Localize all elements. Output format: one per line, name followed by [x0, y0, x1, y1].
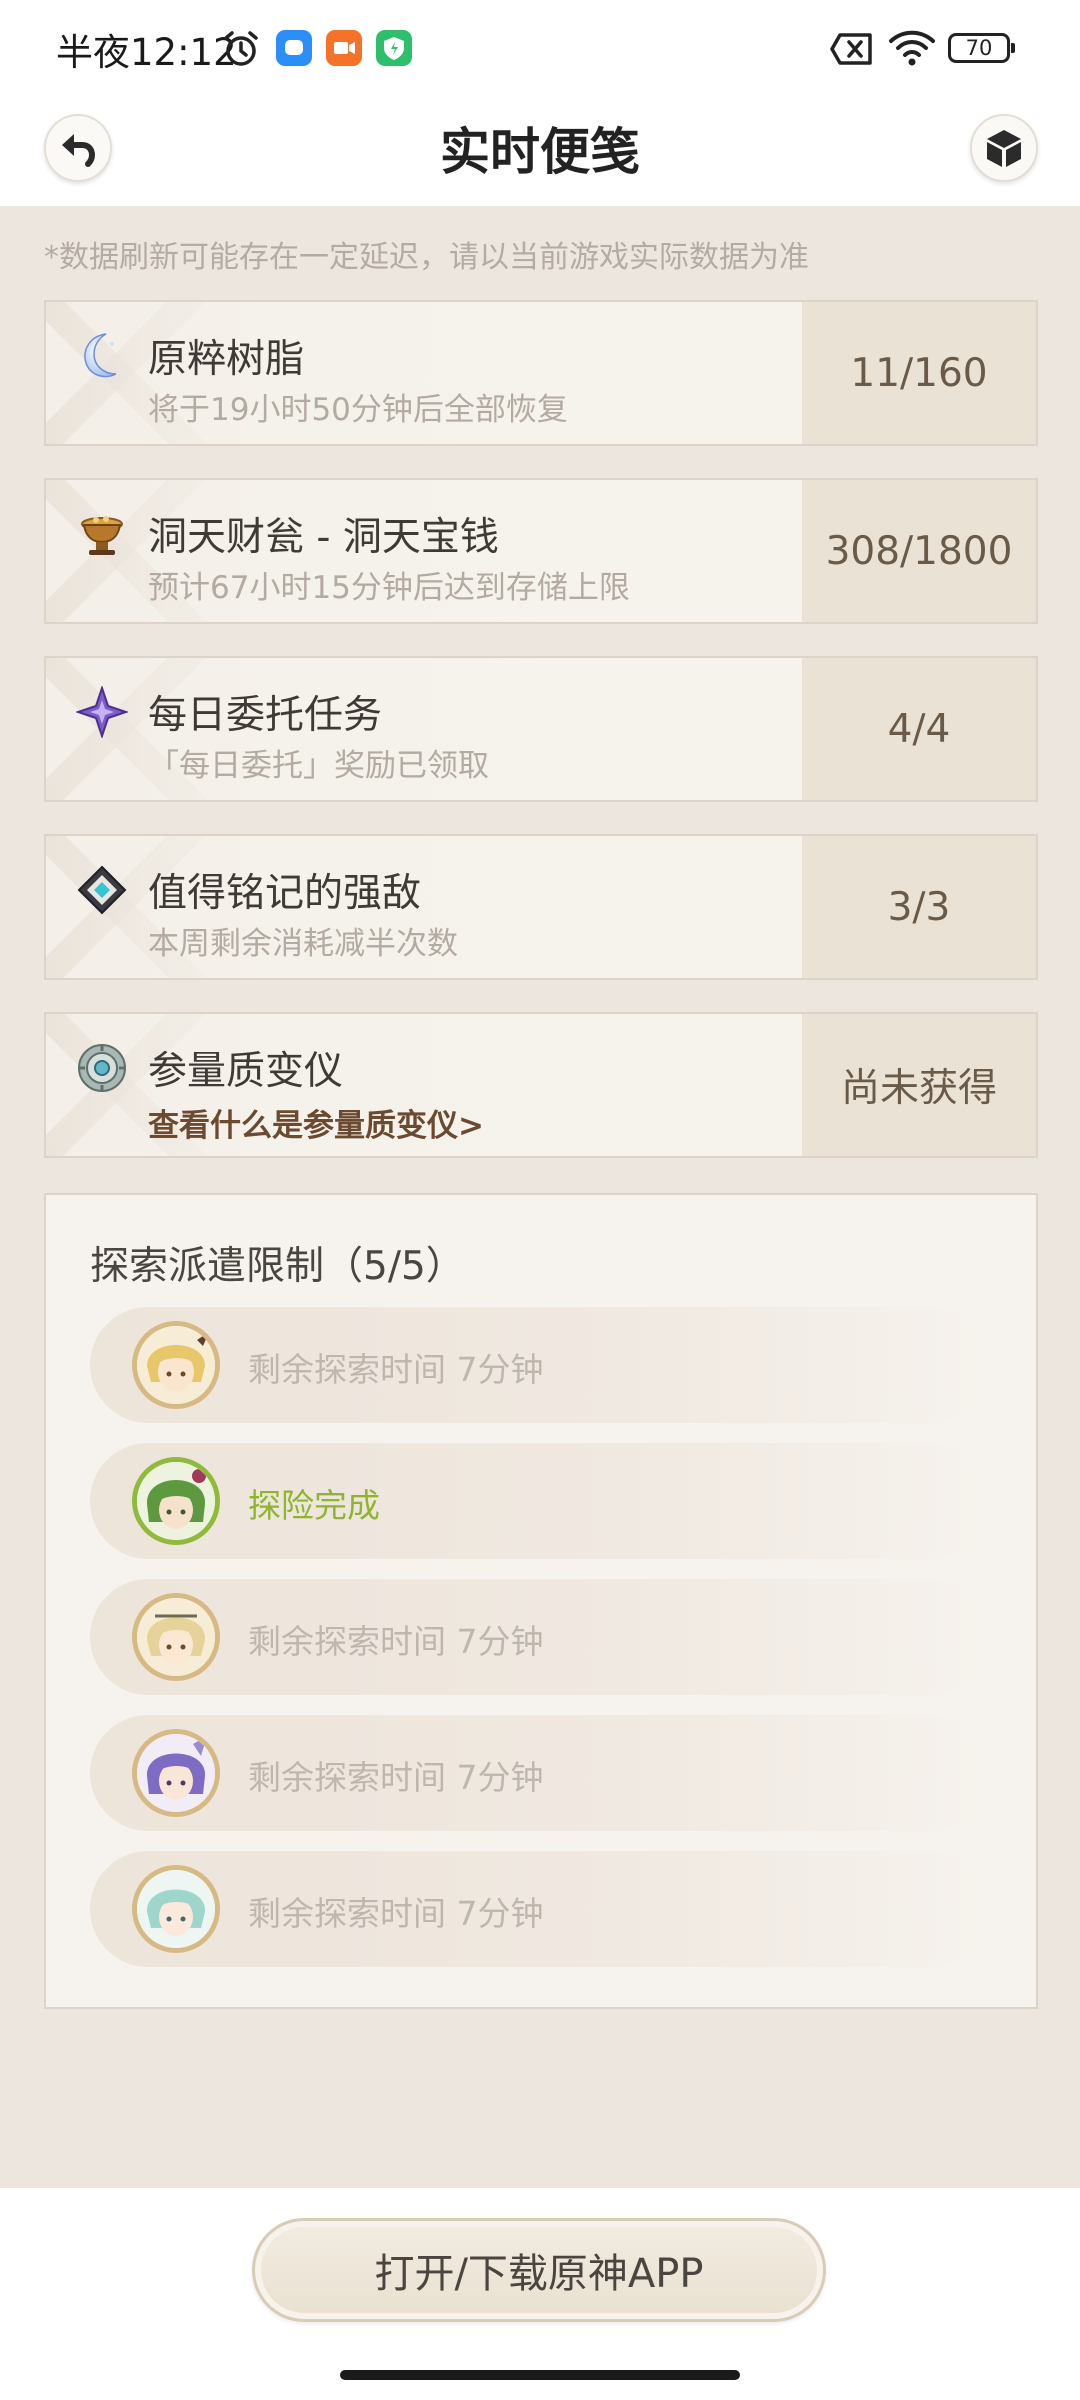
card-value: 308/1800 [802, 480, 1036, 622]
expedition-status: 剩余探索时间 7分钟 [248, 1894, 544, 1933]
card-value: 3/3 [802, 836, 1036, 978]
moon-resin-icon [84, 333, 117, 378]
treasure-bowl-icon [81, 516, 123, 555]
transformer-info-link[interactable]: 查看什么是参量质变仪> [148, 1100, 484, 1145]
transformer-card[interactable]: 参量质变仪 查看什么是参量质变仪> 尚未获得 [44, 1012, 1038, 1158]
expedition-row: 探险完成 [90, 1443, 990, 1559]
resin-card[interactable]: 原粹树脂 将于19小时50分钟后全部恢复 11/160 [44, 300, 1038, 446]
realm-currency-card[interactable]: 洞天财瓮 - 洞天宝钱 预计67小时15分钟后达到存储上限 308/1800 [44, 478, 1038, 624]
card-title: 值得铭记的强敌 [148, 871, 422, 916]
card-value: 4/4 [802, 658, 1036, 800]
battery-indicator: 70 [948, 33, 1015, 63]
expedition-row: 剩余探索时间 7分钟 [90, 1307, 990, 1423]
alarm-icon [224, 31, 258, 66]
character-avatar [132, 1729, 220, 1817]
transformer-gear-icon [78, 1044, 126, 1092]
teal-diamond-icon [77, 865, 127, 915]
status-bar: 半夜12:12 70 [0, 0, 1080, 100]
weekly-boss-card[interactable]: 值得铭记的强敌 本周剩余消耗减半次数 3/3 [44, 834, 1038, 980]
card-value: 11/160 [802, 302, 1036, 444]
video-app-icon [326, 30, 362, 66]
card-subtitle: 将于19小时50分钟后全部恢复 [148, 392, 568, 428]
expedition-status: 剩余探索时间 7分钟 [248, 1758, 544, 1797]
purple-star-icon [76, 686, 128, 738]
card-title: 每日委托任务 [148, 693, 383, 738]
security-app-icon [376, 30, 412, 66]
card-subtitle: 「每日委托」奖励已领取 [148, 748, 489, 784]
home-indicator[interactable] [340, 2370, 740, 2380]
card-subtitle: 本周剩余消耗减半次数 [148, 926, 458, 962]
page-title: 实时便笺 [440, 123, 640, 181]
cube-button[interactable] [970, 114, 1038, 182]
messages-app-icon [276, 30, 312, 66]
bottom-bar: 打开/下载原神APP [0, 2188, 1080, 2400]
refresh-notice: *数据刷新可能存在一定延迟，请以当前游戏实际数据为准 [44, 240, 809, 275]
header: 实时便笺 [0, 100, 1080, 206]
expedition-status: 剩余探索时间 7分钟 [248, 1622, 544, 1661]
expedition-row: 剩余探索时间 7分钟 [90, 1579, 990, 1695]
cube-icon [987, 130, 1021, 167]
card-subtitle: 预计67小时15分钟后达到存储上限 [148, 570, 630, 606]
open-app-button[interactable]: 打开/下载原神APP [252, 2218, 826, 2322]
expedition-title: 探索派遣限制（5/5） [90, 1244, 465, 1289]
no-sim-icon [830, 33, 872, 65]
card-value: 尚未获得 [802, 1014, 1036, 1156]
expedition-row: 剩余探索时间 7分钟 [90, 1715, 990, 1831]
expedition-panel: 探索派遣限制（5/5） 剩余探索时间 7分钟 探险完成 剩余探索时间 7分钟 剩… [44, 1193, 1038, 2009]
status-time: 半夜12:12 [56, 31, 237, 74]
wifi-icon [889, 30, 935, 66]
character-avatar [132, 1865, 220, 1953]
expedition-row: 剩余探索时间 7分钟 [90, 1851, 990, 1967]
daily-commission-card[interactable]: 每日委托任务 「每日委托」奖励已领取 4/4 [44, 656, 1038, 802]
card-title: 原粹树脂 [148, 337, 305, 382]
card-title: 参量质变仪 [148, 1049, 344, 1094]
character-avatar [132, 1321, 220, 1409]
card-title: 洞天财瓮 - 洞天宝钱 [148, 515, 499, 560]
expedition-status: 探险完成 [248, 1486, 380, 1525]
character-avatar [132, 1457, 220, 1545]
expedition-status: 剩余探索时间 7分钟 [248, 1350, 544, 1389]
character-avatar [132, 1593, 220, 1681]
